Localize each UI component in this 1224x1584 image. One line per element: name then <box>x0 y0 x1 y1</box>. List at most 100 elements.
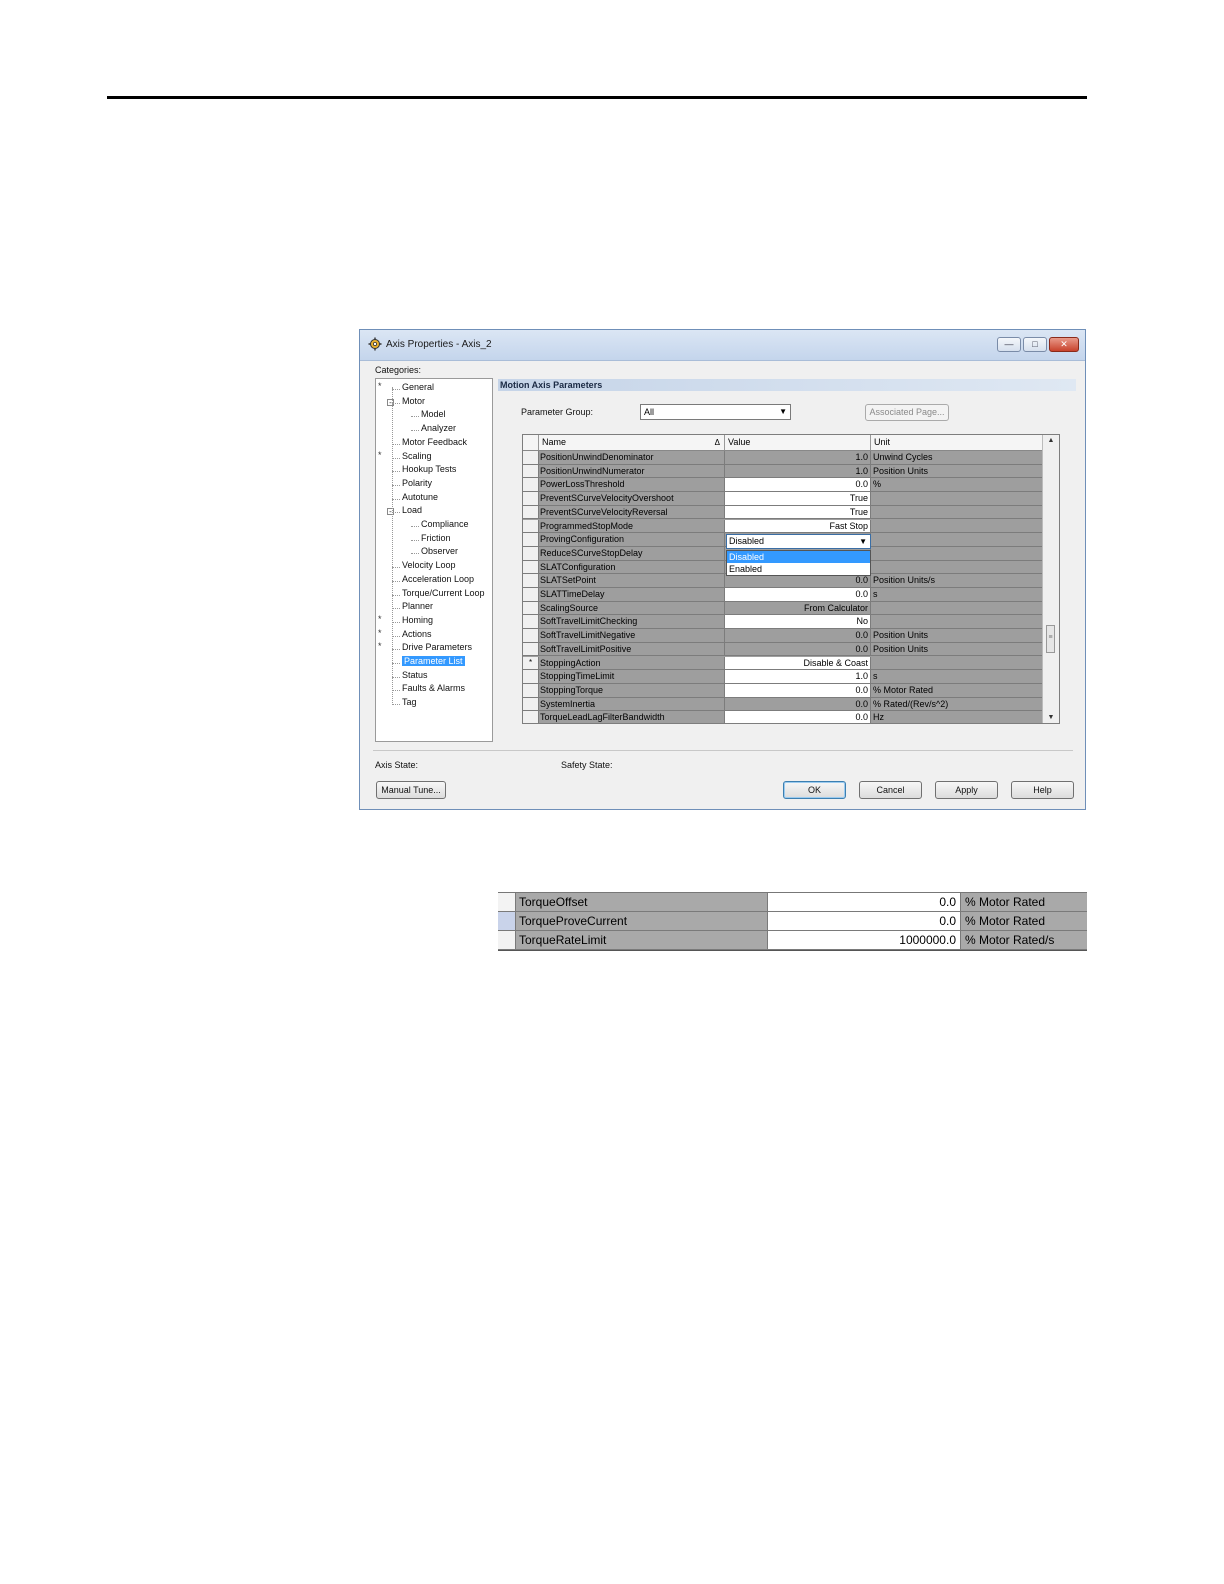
parameter-grid: Name Δ Value Unit PositionUnwindDenomina… <box>522 434 1060 724</box>
table-row[interactable]: PositionUnwindDenominator 1.0 Unwind Cycle… <box>523 451 1043 465</box>
tree-item-analyzer[interactable]: Analyzer <box>421 423 456 433</box>
parameter-name: PreventSCurveVelocityOvershoot <box>539 492 725 505</box>
close-button[interactable]: ✕ <box>1049 337 1079 352</box>
parameter-name: ProvingConfiguration <box>539 533 725 546</box>
dropdown-option-enabled[interactable]: Enabled <box>727 563 870 575</box>
parameter-name: SoftTravelLimitPositive <box>539 642 725 656</box>
table-row[interactable]: PreventSCurveVelocityOvershoot True <box>523 492 1043 506</box>
table-row[interactable]: SLATTimeDelay 0.0 s <box>523 588 1043 602</box>
tree-item-homing[interactable]: Homing <box>402 615 433 625</box>
parameter-value[interactable]: True <box>725 492 871 505</box>
scroll-up-icon[interactable]: ▲ <box>1043 437 1059 444</box>
cancel-button[interactable]: Cancel <box>859 781 922 799</box>
column-header-unit[interactable]: Unit <box>871 435 1043 450</box>
column-header-name[interactable]: Name Δ <box>539 435 725 450</box>
table-row[interactable]: * StoppingAction Disable & Coast <box>523 656 1043 671</box>
tree-item-autotune[interactable]: Autotune <box>402 492 438 502</box>
table-row[interactable]: ProgrammedStopMode Fast Stop <box>523 519 1043 534</box>
parameter-unit <box>871 492 1043 505</box>
parameter-value[interactable]: Fast Stop <box>725 519 871 533</box>
scroll-thumb[interactable]: ≡ <box>1046 625 1055 653</box>
table-row[interactable]: SLATSetPoint 0.0 Position Units/s <box>523 574 1043 588</box>
grid-header: Name Δ Value Unit <box>523 435 1043 451</box>
parameter-name: ScalingSource <box>539 601 725 615</box>
table-row[interactable]: ScalingSource From Calculator <box>523 601 1043 616</box>
tree-item-model[interactable]: Model <box>421 409 446 419</box>
tree-item-tag[interactable]: Tag <box>402 697 417 707</box>
parameter-name: SLATConfiguration <box>539 560 725 574</box>
table-row[interactable]: PowerLossThreshold 0.0% <box>523 478 1043 493</box>
row-marker <box>523 588 539 601</box>
parameter-value: 0.0 <box>725 642 871 656</box>
parameter-group-select[interactable]: All ▼ <box>640 404 791 420</box>
parameter-value[interactable]: 0.0 <box>725 711 871 723</box>
parameter-value[interactable]: 1.0 <box>725 670 871 683</box>
tree-item-scaling[interactable]: Scaling <box>402 451 432 461</box>
tree-item-torque-current-loop[interactable]: Torque/Current Loop <box>402 588 485 598</box>
table-row[interactable]: PreventSCurveVelocityReversal True <box>523 505 1043 520</box>
manual-tune-button[interactable]: Manual Tune... <box>376 781 446 799</box>
parameter-value[interactable]: 0.0 <box>725 478 871 492</box>
table-row[interactable]: StoppingTimeLimit 1.0 s <box>523 670 1043 684</box>
tree-item-friction[interactable]: Friction <box>421 533 451 543</box>
tree-item-actions[interactable]: Actions <box>402 629 432 639</box>
tree-connector <box>411 526 419 527</box>
parameter-unit: Position Units <box>873 630 929 641</box>
tree-connector <box>392 567 400 569</box>
tree-connector <box>392 443 400 445</box>
table-row[interactable]: TorqueLeadLagFilterBandwidth 0.0 Hz <box>523 711 1043 723</box>
parameter-value: 0.0 <box>768 912 961 930</box>
maximize-button[interactable]: □ <box>1023 337 1047 352</box>
parameter-name: SLATSetPoint <box>539 574 725 587</box>
parameter-value[interactable]: True <box>725 505 871 519</box>
zoomed-parameter-table: TorqueOffset 0.0% Motor Rated TorqueProveC… <box>498 892 1087 951</box>
dropdown-option-disabled[interactable]: Disabled <box>727 551 870 563</box>
ok-button[interactable]: OK <box>783 781 846 799</box>
tree-item-acceleration-loop[interactable]: Acceleration Loop <box>402 574 474 584</box>
tree-item-parameter-list[interactable]: Parameter List <box>402 656 465 666</box>
parameter-value[interactable]: Disable & Coast <box>725 656 871 670</box>
tree-item-motor-feedback[interactable]: Motor Feedback <box>402 437 467 447</box>
associated-page-button[interactable]: Associated Page... <box>865 404 949 421</box>
row-marker <box>498 893 516 911</box>
tree-item-drive-parameters[interactable]: Drive Parameters <box>402 642 472 652</box>
parameter-value[interactable]: No <box>725 615 871 629</box>
scroll-down-icon[interactable]: ▼ <box>1043 714 1059 721</box>
minimize-button[interactable]: — <box>997 337 1021 352</box>
table-row[interactable]: SoftTravelLimitPositive 0.0 Position Units <box>523 642 1043 657</box>
tree-item-hookup-tests[interactable]: Hookup Tests <box>402 464 456 474</box>
parameter-group-value: All <box>644 407 655 417</box>
table-row[interactable]: StoppingTorque 0.0% Motor Rated <box>523 683 1043 698</box>
tree-item-status[interactable]: Status <box>402 670 428 680</box>
parameter-value[interactable]: 0.0 <box>725 683 871 697</box>
tree-connector <box>411 539 419 541</box>
parameter-unit <box>871 615 1043 628</box>
tree-connector <box>392 484 400 486</box>
parameter-value[interactable]: 0.0 <box>725 588 871 601</box>
apply-button[interactable]: Apply <box>935 781 998 799</box>
parameter-unit: % Motor Rated <box>873 684 934 695</box>
title-bar[interactable]: Axis Properties - Axis_2 — □ ✕ <box>360 330 1085 361</box>
tree-item-faults-alarms[interactable]: Faults & Alarms <box>402 683 465 693</box>
categories-tree[interactable]: * General - Motor Model Analyzer Motor Feedbac… <box>375 378 493 742</box>
tree-item-observer[interactable]: Observer <box>421 546 458 556</box>
tree-item-compliance[interactable]: Compliance <box>421 519 469 529</box>
section-title: Motion Axis Parameters <box>498 379 1076 391</box>
tree-item-motor[interactable]: Motor <box>402 396 425 406</box>
proving-configuration-select[interactable]: Disabled ▼ <box>726 534 871 549</box>
row-marker <box>523 697 539 711</box>
table-row[interactable]: SoftTravelLimitChecking No <box>523 615 1043 630</box>
table-row[interactable]: SystemInertia 0.0% Rated/(Rev/s^2) <box>523 697 1043 712</box>
tree-item-load[interactable]: Load <box>402 505 422 515</box>
column-header-value[interactable]: Value <box>725 435 871 450</box>
table-row[interactable]: SoftTravelLimitNegative 0.0 Position Units <box>523 629 1043 643</box>
parameter-value: 1000000.0 <box>768 931 961 949</box>
tree-item-velocity-loop[interactable]: Velocity Loop <box>402 560 456 570</box>
tree-item-polarity[interactable]: Polarity <box>402 478 432 488</box>
row-marker <box>523 478 539 492</box>
tree-item-planner[interactable]: Planner <box>402 601 433 611</box>
help-button[interactable]: Help <box>1011 781 1074 799</box>
grid-scrollbar[interactable]: ▲ ≡ ▼ <box>1042 435 1059 723</box>
tree-item-general[interactable]: General <box>402 382 434 392</box>
table-row[interactable]: PositionUnwindNumerator 1.0 Position Units <box>523 464 1043 479</box>
